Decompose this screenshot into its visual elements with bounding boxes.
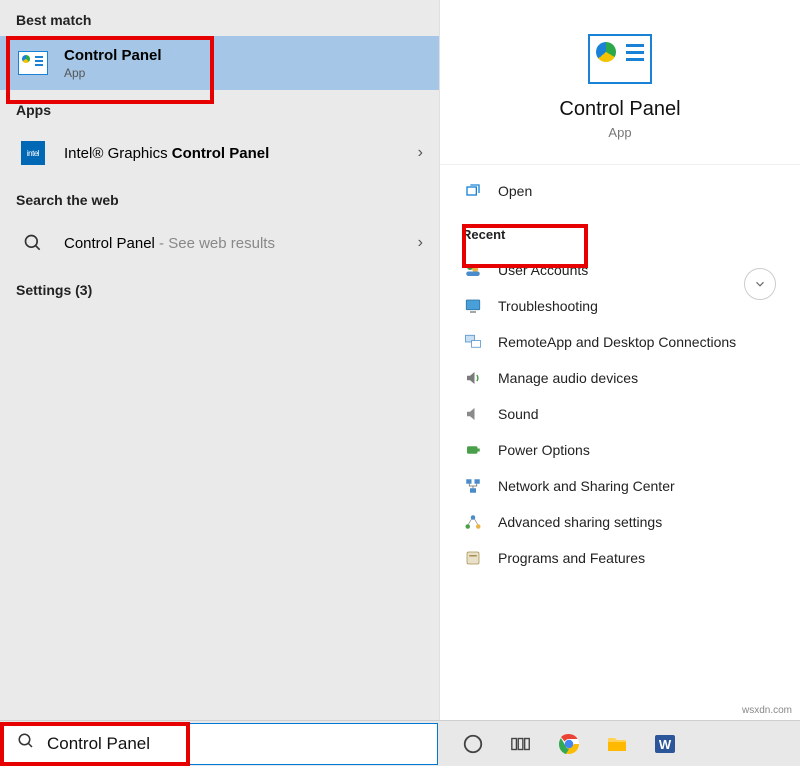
cortana-icon[interactable] bbox=[460, 731, 486, 757]
apps-header: Apps bbox=[0, 90, 439, 126]
recent-troubleshooting[interactable]: Troubleshooting bbox=[440, 288, 800, 324]
result-control-panel[interactable]: Control Panel App bbox=[0, 36, 439, 90]
sharing-icon bbox=[462, 511, 484, 533]
control-panel-icon bbox=[16, 46, 50, 80]
recent-sharing[interactable]: Advanced sharing settings bbox=[440, 504, 800, 540]
recent-sound[interactable]: Sound bbox=[440, 396, 800, 432]
programs-icon bbox=[462, 547, 484, 569]
expand-button[interactable] bbox=[744, 268, 776, 300]
user-accounts-icon bbox=[462, 259, 484, 281]
taskbar-search-box[interactable] bbox=[2, 723, 438, 765]
app-title: Control Panel bbox=[440, 98, 800, 121]
intel-icon: intel bbox=[16, 136, 50, 170]
recent-remoteapp[interactable]: RemoteApp and Desktop Connections bbox=[440, 324, 800, 360]
chrome-icon[interactable] bbox=[556, 731, 582, 757]
file-explorer-icon[interactable] bbox=[604, 731, 630, 757]
chevron-right-icon: › bbox=[418, 234, 423, 252]
search-the-web-header: Search the web bbox=[0, 180, 439, 216]
result-web-search[interactable]: Control Panel - See web results › bbox=[0, 216, 439, 270]
open-label: Open bbox=[498, 183, 532, 199]
recent-programs[interactable]: Programs and Features bbox=[440, 540, 800, 576]
best-match-header: Best match bbox=[0, 0, 439, 36]
audio-icon bbox=[462, 367, 484, 389]
recent-audio[interactable]: Manage audio devices bbox=[440, 360, 800, 396]
recent-power[interactable]: Power Options bbox=[440, 432, 800, 468]
open-button[interactable]: Open bbox=[440, 173, 800, 209]
open-icon bbox=[462, 183, 484, 199]
taskbar: W bbox=[0, 720, 800, 766]
troubleshooting-icon bbox=[462, 295, 484, 317]
app-hero: Control Panel App bbox=[440, 0, 800, 164]
remoteapp-icon bbox=[462, 331, 484, 353]
search-icon bbox=[17, 732, 35, 755]
word-icon[interactable]: W bbox=[652, 731, 678, 757]
recent-header: Recent bbox=[440, 209, 800, 252]
recent-network[interactable]: Network and Sharing Center bbox=[440, 468, 800, 504]
result-title: Control Panel bbox=[64, 47, 162, 64]
network-icon bbox=[462, 475, 484, 497]
task-view-icon[interactable] bbox=[508, 731, 534, 757]
sound-icon bbox=[462, 403, 484, 425]
search-icon bbox=[16, 226, 50, 260]
power-icon bbox=[462, 439, 484, 461]
search-input[interactable] bbox=[47, 734, 423, 754]
details-pane: Control Panel App Open Recent User Accou… bbox=[440, 0, 800, 720]
result-intel-graphics[interactable]: intel Intel® Graphics Control Panel › bbox=[0, 126, 439, 180]
watermark: wsxdn.com bbox=[742, 705, 792, 716]
settings-header: Settings (3) bbox=[0, 270, 439, 306]
result-subtitle: App bbox=[64, 66, 423, 80]
control-panel-icon-large bbox=[588, 34, 652, 84]
chevron-right-icon: › bbox=[418, 144, 423, 162]
svg-text:W: W bbox=[659, 737, 672, 752]
search-results-pane: Best match Control Panel App Apps intel … bbox=[0, 0, 440, 720]
app-subtitle: App bbox=[440, 125, 800, 140]
